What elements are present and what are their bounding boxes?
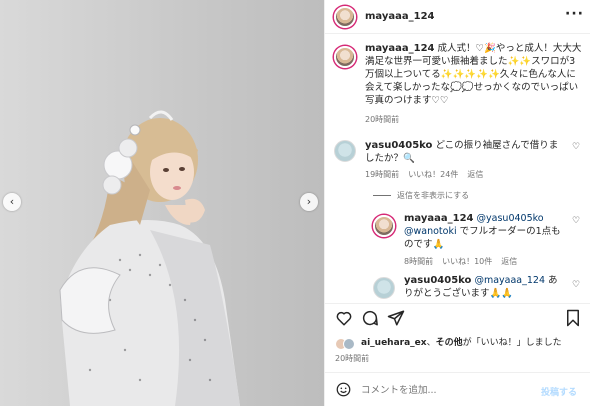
liked-by-suffix: が「いいね！」しました	[462, 338, 562, 348]
liked-by-user[interactable]: ai_uehara_ex	[361, 338, 427, 348]
comment-icon[interactable]	[361, 309, 379, 331]
caption-username[interactable]: mayaaa_124	[365, 43, 435, 54]
caption: mayaaa_124 成人式！♡🎉やっと成人！大大大満足な世界一可愛い振袖着まし…	[365, 42, 583, 107]
emoji-icon[interactable]	[336, 382, 351, 401]
post-panel: mayaaa_124 ··· mayaaa_124 成人式！♡🎉やっと成人！大大…	[324, 0, 590, 406]
comment-username[interactable]: yasu0405ko	[365, 140, 432, 151]
liked-by-avatars[interactable]	[335, 338, 359, 350]
liked-avatar-2	[343, 338, 355, 350]
reply-mention-1[interactable]: @yasu0405ko	[477, 213, 544, 224]
reply2-like-heart-icon[interactable]: ♡	[572, 280, 580, 290]
header-username[interactable]: mayaaa_124	[365, 11, 435, 22]
comment-input[interactable]	[361, 381, 531, 399]
post-time[interactable]: 20時間前	[335, 353, 369, 364]
heart-icon[interactable]	[335, 309, 353, 331]
reply2-mention[interactable]: @mayaaa_124	[474, 275, 545, 286]
reply-meta: 8時間前 いいね！10件 返信	[404, 256, 526, 267]
more-dots-icon[interactable]: ···	[565, 6, 584, 22]
reply-mention-2[interactable]: @wanotoki	[404, 226, 457, 237]
reply-time[interactable]: 8時間前	[404, 257, 433, 266]
header-avatar[interactable]	[334, 6, 356, 28]
comment-body: yasu0405ko どこの振り袖屋さんで借りましたか？🔍	[365, 139, 565, 165]
comment-time[interactable]: 19時間前	[365, 170, 399, 179]
reply2-username[interactable]: yasu0405ko	[404, 275, 471, 286]
chevron-right-icon[interactable]: ›	[300, 193, 318, 211]
share-icon[interactable]	[387, 309, 405, 331]
hide-replies-toggle[interactable]: 返信を非表示にする	[373, 190, 478, 201]
liked-by-sep: 、	[426, 338, 436, 348]
comment-box-divider	[325, 372, 590, 373]
header-divider	[325, 33, 590, 34]
comment-likes[interactable]: いいね！24件	[408, 170, 458, 179]
bookmark-icon[interactable]	[565, 309, 581, 331]
reply-like-heart-icon[interactable]: ♡	[572, 216, 580, 226]
actions-divider	[325, 303, 590, 304]
reply-body: mayaaa_124 @yasu0405ko @wanotoki でフルオーダー…	[404, 212, 564, 251]
comment-avatar[interactable]	[334, 140, 356, 162]
photo-illustration	[59, 110, 240, 406]
reply-reply-button[interactable]: 返信	[501, 257, 517, 266]
post-comment-button[interactable]: 投稿する	[541, 385, 577, 398]
toggle-line	[373, 195, 391, 196]
comment-reply-button[interactable]: 返信	[467, 170, 483, 179]
comment-meta: 19時間前 いいね！24件 返信	[365, 169, 492, 180]
chevron-left-icon[interactable]: ‹	[3, 193, 21, 211]
caption-time[interactable]: 20時間前	[365, 114, 399, 125]
reply2-avatar[interactable]	[373, 277, 395, 299]
comment-like-heart-icon[interactable]: ♡	[572, 142, 580, 152]
reply-username[interactable]: mayaaa_124	[404, 213, 474, 224]
reply2-body: yasu0405ko @mayaaa_124 ありがとうございます🙏🙏	[404, 274, 564, 300]
caption-avatar[interactable]	[334, 46, 356, 68]
post-photo[interactable]: ‹ ›	[0, 0, 324, 406]
reply-likes[interactable]: いいね！10件	[442, 257, 492, 266]
reply-avatar[interactable]	[373, 215, 395, 237]
hide-replies-label: 返信を非表示にする	[397, 191, 470, 200]
liked-by-others[interactable]: その他	[436, 338, 463, 348]
liked-by: ai_uehara_ex、その他が「いいね！」しました	[361, 337, 583, 350]
